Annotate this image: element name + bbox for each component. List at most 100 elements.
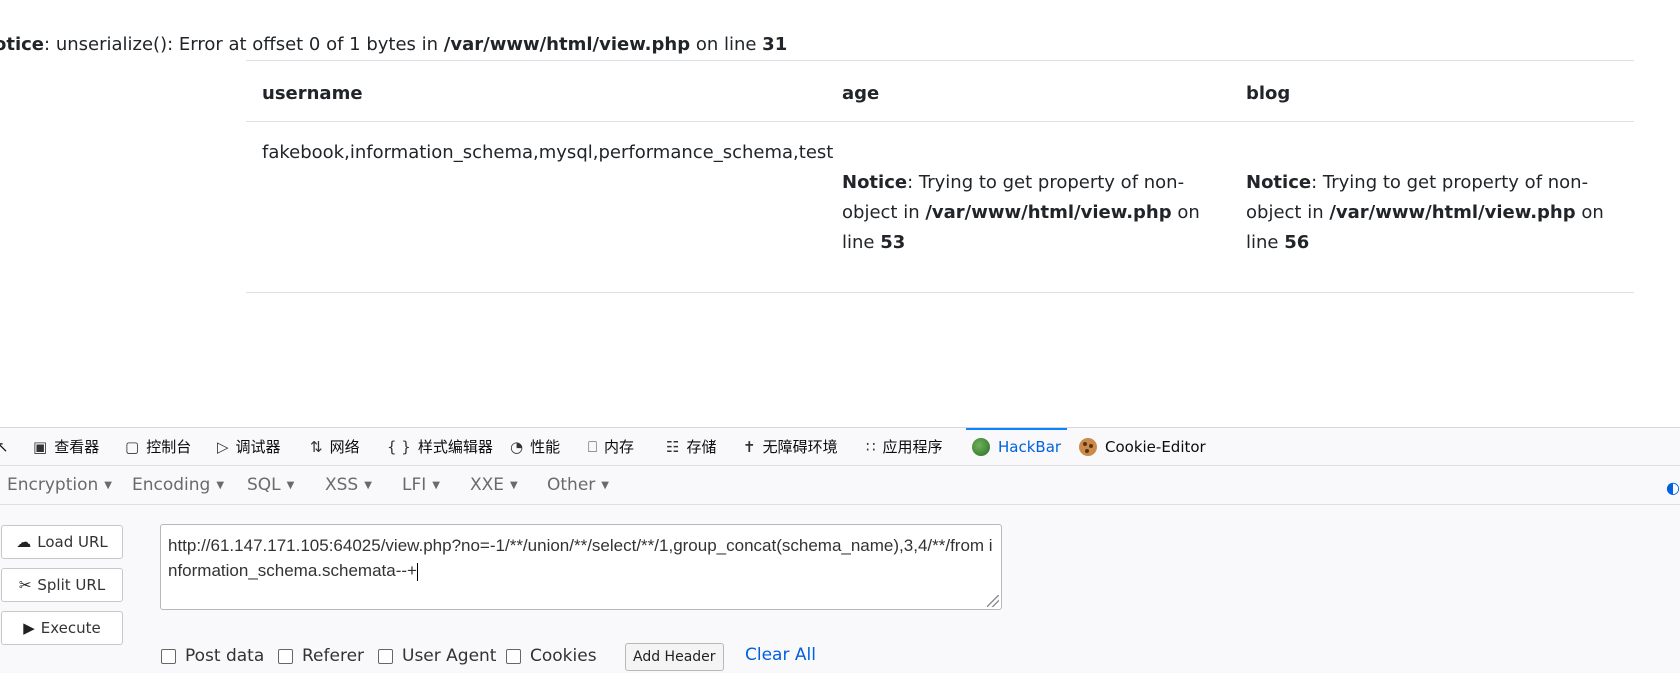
- tab-hackbar[interactable]: HackBar: [965, 428, 1068, 465]
- play-circle-icon: ▶: [23, 619, 35, 637]
- menu-label: LFI: [402, 475, 427, 495]
- add-header-button[interactable]: Add Header: [625, 643, 724, 671]
- tab-network[interactable]: ⇅ 网络: [310, 428, 360, 465]
- blog-notice-line-label: line: [1246, 232, 1285, 253]
- split-url-button[interactable]: ✂ Split URL: [1, 568, 123, 602]
- element-picker-icon[interactable]: ↖: [0, 428, 9, 465]
- tab-memory[interactable]: ⎕ 内存: [588, 428, 634, 465]
- option-label: Cookies: [530, 646, 597, 666]
- menu-encryption[interactable]: Encryption ▼: [7, 475, 112, 495]
- blog-notice-path: /var/www/html/view.php: [1329, 202, 1576, 223]
- table-row: fakebook,information_schema,mysql,perfor…: [246, 122, 1634, 293]
- tab-label: 无障碍环境: [762, 438, 838, 456]
- user-agent-option[interactable]: User Agent: [378, 646, 496, 666]
- age-notice-on: on: [1171, 202, 1200, 223]
- style-editor-icon: { }: [387, 437, 411, 456]
- post-data-checkbox[interactable]: [161, 648, 176, 664]
- post-data-option[interactable]: Post data: [161, 646, 264, 666]
- blog-notice-label: Notice: [1246, 172, 1312, 193]
- tab-style-editor[interactable]: { } 样式编辑器: [387, 428, 493, 465]
- menu-label: Other: [547, 475, 596, 495]
- resize-handle-icon[interactable]: [987, 595, 999, 607]
- menu-sql[interactable]: SQL ▼: [247, 475, 294, 495]
- network-icon: ⇅: [310, 437, 323, 456]
- tab-debugger[interactable]: ▷ 调试器: [217, 428, 281, 465]
- hackbar-icon: [972, 437, 990, 456]
- referer-option[interactable]: Referer: [278, 646, 364, 666]
- header-blog: blog: [1246, 83, 1291, 104]
- button-label: Split URL: [37, 576, 106, 594]
- menu-xxe[interactable]: XXE ▼: [470, 475, 518, 495]
- menu-xss[interactable]: XSS ▼: [325, 475, 372, 495]
- console-icon: ▢: [125, 437, 140, 456]
- button-label: Execute: [40, 619, 101, 637]
- clear-all-link[interactable]: Clear All: [745, 645, 816, 665]
- notice-path: /var/www/html/view.php: [443, 34, 691, 55]
- tab-label: 调试器: [235, 438, 281, 456]
- username-cell: fakebook,information_schema,mysql,perfor…: [262, 142, 834, 163]
- tab-storage[interactable]: ☷ 存储: [666, 428, 716, 465]
- menu-encoding[interactable]: Encoding ▼: [132, 475, 224, 495]
- menu-label: SQL: [247, 475, 281, 495]
- tab-label: 应用程序: [882, 438, 943, 456]
- scissors-icon: ✂: [18, 576, 32, 594]
- notice-on-line: on line: [690, 34, 763, 55]
- settings-edge-icon[interactable]: ◐: [1666, 478, 1680, 497]
- blog-cell: Notice: Trying to get property of non- o…: [1246, 168, 1616, 258]
- url-textarea[interactable]: http://61.147.171.105:64025/view.php?no=…: [160, 524, 1002, 610]
- menu-other[interactable]: Other ▼: [547, 475, 609, 495]
- cookies-option[interactable]: Cookies: [506, 646, 597, 666]
- tab-console[interactable]: ▢ 控制台: [125, 428, 191, 465]
- age-notice-line-label: line: [842, 232, 881, 253]
- tab-label: 查看器: [54, 438, 100, 456]
- header-age: age: [842, 83, 880, 104]
- menu-lfi[interactable]: LFI ▼: [402, 475, 440, 495]
- storage-icon: ☷: [666, 437, 680, 456]
- debugger-icon: ▷: [217, 437, 229, 456]
- cookie-icon: [1079, 437, 1097, 456]
- application-icon: ∷: [866, 437, 876, 456]
- age-cell: Notice: Trying to get property of non- o…: [842, 168, 1202, 258]
- tab-label: 性能: [530, 438, 561, 456]
- tab-label: 网络: [329, 438, 360, 456]
- tab-application[interactable]: ∷ 应用程序: [866, 428, 943, 465]
- tab-label: 样式编辑器: [417, 438, 493, 456]
- tab-performance[interactable]: ◔ 性能: [510, 428, 560, 465]
- blog-notice-on: on: [1575, 202, 1604, 223]
- option-label: Referer: [302, 646, 365, 666]
- url-text: http://61.147.171.105:64025/view.php?no=…: [168, 536, 993, 580]
- tab-inspector[interactable]: ▣ 查看器: [33, 428, 99, 465]
- memory-icon: ⎕: [588, 437, 598, 456]
- header-username: username: [262, 83, 363, 104]
- cloud-download-icon: ☁: [16, 533, 32, 551]
- caret-down-icon: ▼: [104, 479, 112, 491]
- accessibility-icon: ✝: [743, 437, 756, 456]
- load-url-button[interactable]: ☁ Load URL: [1, 525, 123, 559]
- user-agent-checkbox[interactable]: [378, 648, 393, 664]
- caret-down-icon: ▼: [510, 479, 518, 491]
- tab-label: 存储: [686, 438, 717, 456]
- notice-line-number: 31: [762, 34, 788, 55]
- caret-down-icon: ▼: [216, 479, 225, 491]
- tab-cookie-editor[interactable]: Cookie-Editor: [1079, 428, 1206, 465]
- blog-notice-line-number: 56: [1284, 232, 1310, 253]
- age-notice-text: : Trying to get property of non-: [907, 172, 1185, 193]
- caret-down-icon: ▼: [432, 479, 440, 491]
- menu-label: XSS: [325, 475, 359, 495]
- age-notice-path: /var/www/html/view.php: [925, 202, 1172, 223]
- hackbar-menu: Encryption ▼ Encoding ▼ SQL ▼ XSS ▼ LFI ▼ XXE…: [0, 466, 1680, 505]
- unserialize-notice: otice: unserialize(): Error at offset 0 …: [0, 34, 787, 55]
- tab-accessibility[interactable]: ✝ 无障碍环境: [743, 428, 838, 465]
- menu-label: XXE: [470, 475, 505, 495]
- performance-icon: ◔: [510, 437, 524, 456]
- tab-label: Cookie-Editor: [1105, 437, 1206, 456]
- blog-notice-text-2: object in: [1246, 202, 1330, 223]
- execute-button[interactable]: ▶ Execute: [1, 611, 123, 645]
- menu-label: Encryption: [7, 475, 99, 495]
- cookies-checkbox[interactable]: [506, 648, 521, 664]
- notice-label: otice: [0, 34, 45, 55]
- referer-checkbox[interactable]: [278, 648, 293, 664]
- table-header-row: username age blog: [246, 61, 1634, 122]
- caret-down-icon: ▼: [364, 479, 372, 491]
- text-cursor: [416, 562, 418, 581]
